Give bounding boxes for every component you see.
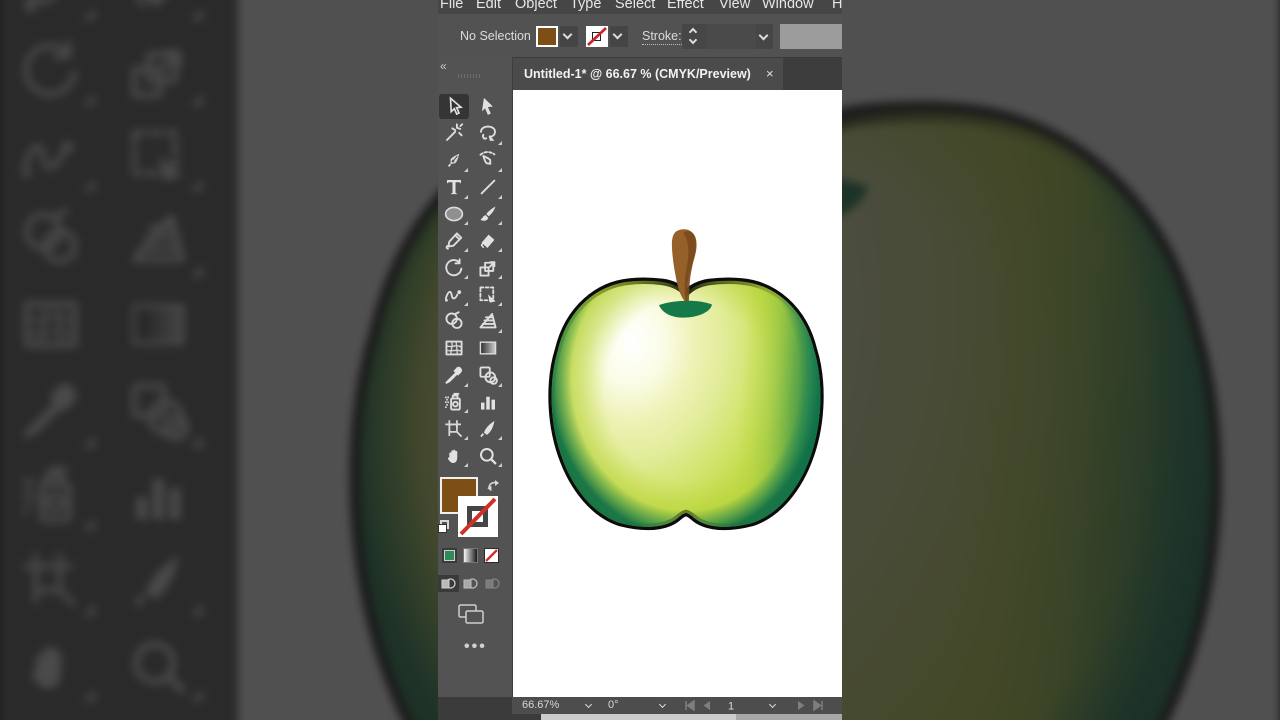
svg-text:1: 1 (728, 701, 734, 713)
